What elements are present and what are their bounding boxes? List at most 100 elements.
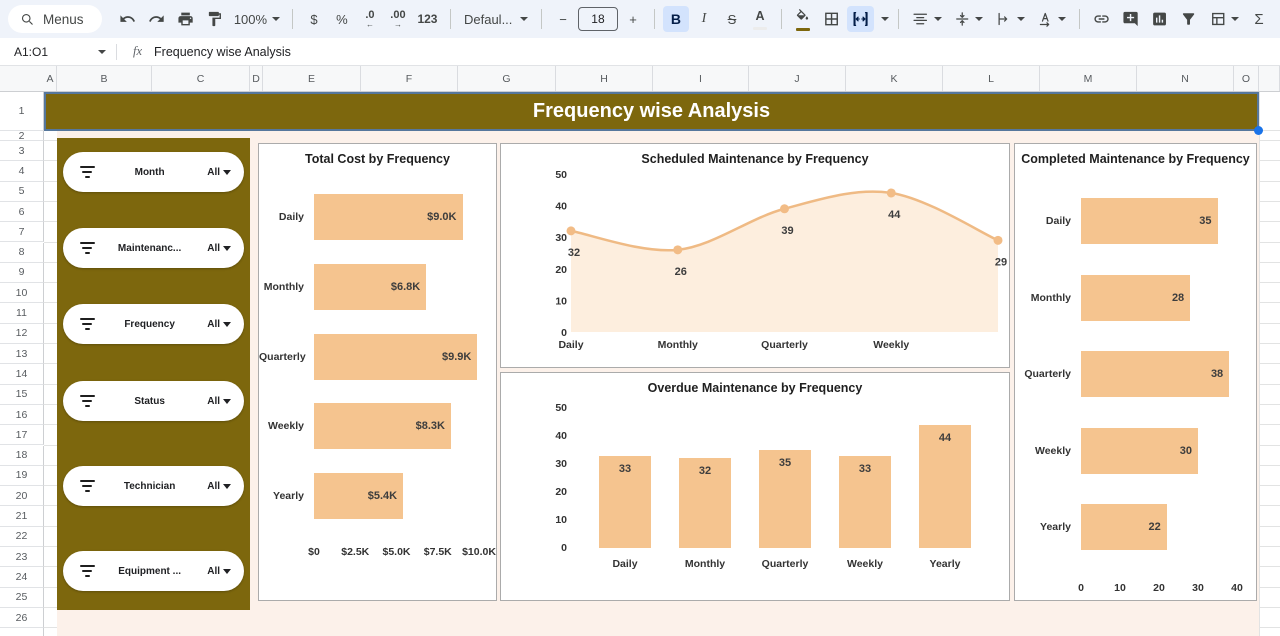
table-tools-button[interactable]: [1205, 6, 1244, 32]
insert-chart-button[interactable]: [1146, 6, 1173, 32]
select-all-corner[interactable]: [0, 66, 45, 91]
filter-value-dropdown[interactable]: All: [207, 243, 231, 254]
column-header-H[interactable]: H: [556, 66, 653, 91]
row-header-8[interactable]: 8: [0, 243, 44, 263]
italic-button[interactable]: I: [691, 6, 717, 32]
column-header-D[interactable]: D: [250, 66, 263, 91]
filter-frequency[interactable]: FrequencyAll: [63, 304, 244, 344]
filter-maintenanc[interactable]: Maintenanc...All: [63, 228, 244, 268]
paint-format-button[interactable]: [201, 6, 228, 32]
row-header-2[interactable]: 2: [0, 131, 44, 141]
column-header-O[interactable]: O: [1234, 66, 1259, 91]
filter-lines-icon: [78, 392, 96, 410]
filter-value-dropdown[interactable]: All: [207, 481, 231, 492]
column-header-I[interactable]: I: [653, 66, 749, 91]
row-header-21[interactable]: 21: [0, 506, 44, 526]
row-header-partial[interactable]: [0, 628, 44, 636]
text-wrap-button[interactable]: [990, 6, 1029, 32]
increase-decimal-button[interactable]: .00 →: [385, 6, 411, 32]
formula-input[interactable]: Frequency wise Analysis: [154, 45, 291, 59]
font-family-select[interactable]: Defaul...: [459, 6, 533, 32]
filter-month[interactable]: MonthAll: [63, 152, 244, 192]
bold-button[interactable]: B: [663, 6, 689, 32]
row-header-25[interactable]: 25: [0, 588, 44, 608]
row-header-6[interactable]: 6: [0, 202, 44, 222]
fill-color-button[interactable]: [790, 6, 816, 32]
format-percent-button[interactable]: %: [329, 6, 355, 32]
chart-total-cost-by-frequency[interactable]: Daily$9.0KMonthly$6.8KQuarterly$9.9KWeek…: [258, 143, 497, 601]
spreadsheet-grid[interactable]: Frequency wise Analysis MonthAll Maintena…: [0, 92, 1280, 636]
chart-scheduled-maintenance-by-frequency[interactable]: 01020304050DailyMonthlyQuarterlyWeekly32…: [500, 143, 1010, 368]
chart-overdue-maintenance-by-frequency[interactable]: 0102030405033Daily32Monthly35Quarterly33…: [500, 372, 1010, 601]
column-header-F[interactable]: F: [361, 66, 458, 91]
dashboard-title-bar[interactable]: Frequency wise Analysis: [44, 92, 1259, 131]
insert-comment-button[interactable]: [1117, 6, 1144, 32]
filter-equipment[interactable]: Equipment ...All: [63, 551, 244, 591]
row-header-24[interactable]: 24: [0, 567, 44, 587]
row-header-14[interactable]: 14: [0, 364, 44, 384]
row-header-1[interactable]: 1: [0, 92, 44, 131]
column-header-G[interactable]: G: [458, 66, 556, 91]
text-color-button[interactable]: A: [747, 6, 773, 32]
row-header-4[interactable]: 4: [0, 161, 44, 181]
row-header-11[interactable]: 11: [0, 303, 44, 323]
selection-handle[interactable]: [1254, 126, 1263, 135]
merge-cells-button[interactable]: [847, 6, 874, 32]
column-header-M[interactable]: M: [1040, 66, 1137, 91]
filter-status[interactable]: StatusAll: [63, 381, 244, 421]
column-header-partial[interactable]: [1259, 66, 1280, 91]
format-currency-button[interactable]: $: [301, 6, 327, 32]
row-header-22[interactable]: 22: [0, 527, 44, 547]
filter-value-dropdown[interactable]: All: [207, 319, 231, 330]
row-header-5[interactable]: 5: [0, 182, 44, 202]
filter-value-dropdown[interactable]: All: [207, 566, 231, 577]
vertical-align-button[interactable]: [949, 6, 988, 32]
strikethrough-button[interactable]: S: [719, 6, 745, 32]
font-size-input[interactable]: 18: [578, 7, 618, 31]
filter-value-dropdown[interactable]: All: [207, 167, 231, 178]
zoom-select[interactable]: 100%: [230, 6, 284, 32]
filter-technician[interactable]: TechnicianAll: [63, 466, 244, 506]
decrease-decimal-button[interactable]: .0 ←: [357, 6, 383, 32]
name-box[interactable]: A1:O1: [0, 45, 106, 59]
filter-value-dropdown[interactable]: All: [207, 396, 231, 407]
row-header-15[interactable]: 15: [0, 385, 44, 405]
column-header-C[interactable]: C: [152, 66, 250, 91]
insert-link-button[interactable]: [1088, 6, 1115, 32]
column-header-B[interactable]: B: [57, 66, 152, 91]
row-header-26[interactable]: 26: [0, 608, 44, 628]
borders-button[interactable]: [818, 6, 845, 32]
row-header-13[interactable]: 13: [0, 344, 44, 364]
column-header-A[interactable]: A: [44, 66, 57, 91]
merge-cells-dropdown[interactable]: [876, 6, 890, 32]
undo-button[interactable]: [114, 6, 141, 32]
column-header-E[interactable]: E: [263, 66, 361, 91]
chart-completed-maintenance-by-frequency[interactable]: Daily35Monthly28Quarterly38Weekly30Yearl…: [1014, 143, 1257, 601]
number-format-button[interactable]: 123: [413, 6, 442, 32]
decrease-font-size-button[interactable]: −: [550, 6, 576, 32]
column-header-K[interactable]: K: [846, 66, 943, 91]
row-header-12[interactable]: 12: [0, 324, 44, 344]
row-header-16[interactable]: 16: [0, 405, 44, 425]
row-header-3[interactable]: 3: [0, 141, 44, 161]
column-header-N[interactable]: N: [1137, 66, 1234, 91]
link-icon: [1093, 10, 1110, 28]
row-header-19[interactable]: 19: [0, 466, 44, 486]
text-rotation-button[interactable]: [1032, 6, 1071, 32]
row-header-23[interactable]: 23: [0, 547, 44, 567]
print-button[interactable]: [172, 6, 199, 32]
horizontal-align-button[interactable]: [907, 6, 946, 32]
functions-button[interactable]: Σ: [1246, 6, 1272, 32]
row-header-18[interactable]: 18: [0, 446, 44, 466]
row-header-10[interactable]: 10: [0, 283, 44, 303]
column-header-L[interactable]: L: [943, 66, 1040, 91]
menus-search[interactable]: Menus: [8, 5, 102, 33]
row-header-7[interactable]: 7: [0, 222, 44, 242]
row-header-9[interactable]: 9: [0, 263, 44, 283]
create-filter-button[interactable]: [1175, 6, 1202, 32]
row-header-20[interactable]: 20: [0, 486, 44, 506]
row-header-17[interactable]: 17: [0, 425, 44, 445]
increase-font-size-button[interactable]: +: [620, 6, 646, 32]
redo-button[interactable]: [143, 6, 170, 32]
column-header-J[interactable]: J: [749, 66, 846, 91]
